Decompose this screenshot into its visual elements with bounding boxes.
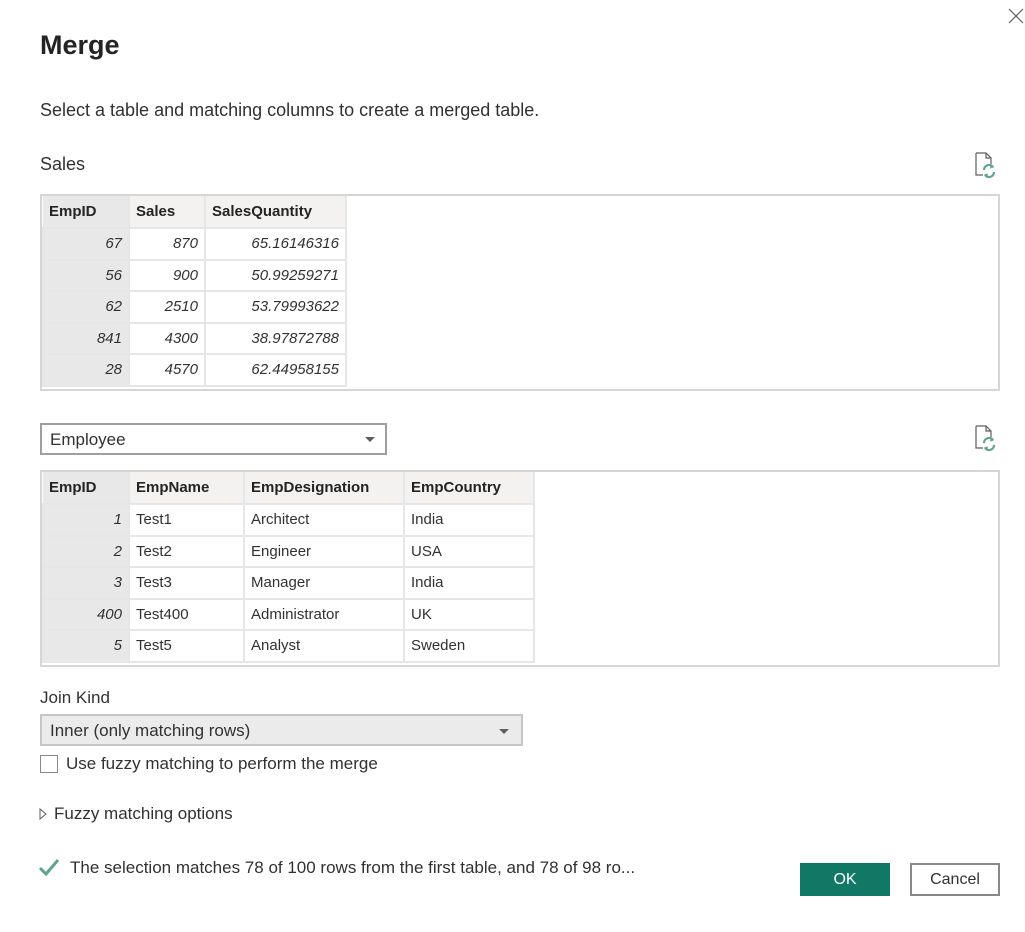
- cell: Analyst: [243, 630, 405, 663]
- chevron-down-icon: [365, 437, 375, 442]
- cell: 1: [42, 504, 130, 537]
- cell: 28: [42, 354, 130, 387]
- cell: 3: [42, 567, 130, 600]
- close-icon: [1008, 8, 1024, 24]
- cell: 62: [42, 291, 130, 324]
- cell: 870: [128, 228, 206, 261]
- column-header-salesquantity[interactable]: SalesQuantity: [205, 196, 347, 229]
- first-table-preview: EmpID Sales SalesQuantity 67 870 65.1614…: [40, 194, 1000, 391]
- cell: Test2: [128, 535, 245, 568]
- cell: 4570: [128, 354, 206, 387]
- table-row: 28 4570 62.44958155: [42, 354, 347, 387]
- cell: 62.44958155: [204, 354, 347, 387]
- join-kind-dropdown[interactable]: Inner (only matching rows): [40, 714, 523, 746]
- column-header-empdesignation[interactable]: EmpDesignation: [244, 472, 405, 505]
- table-row: 1 Test1 Architect India: [42, 504, 535, 537]
- cell: Architect: [243, 504, 405, 537]
- cell: 900: [128, 259, 206, 292]
- cell: 53.79993622: [204, 291, 347, 324]
- checkmark-icon: [38, 859, 60, 877]
- cell: 400: [42, 598, 130, 631]
- cell: Administrator: [243, 598, 405, 631]
- first-table-name: Sales: [40, 154, 86, 174]
- table-row: 841 4300 38.97872788: [42, 322, 347, 355]
- employee-table: EmpID EmpName EmpDesignation EmpCountry …: [42, 472, 535, 663]
- column-header-empid[interactable]: EmpID: [43, 472, 130, 505]
- refresh-preview-button-first[interactable]: [973, 151, 999, 179]
- cell: Engineer: [243, 535, 405, 568]
- cancel-button[interactable]: Cancel: [910, 863, 1000, 896]
- ok-button[interactable]: OK: [800, 863, 890, 896]
- cell: 2510: [128, 291, 206, 324]
- cell: India: [403, 504, 535, 537]
- cell: 50.99259271: [204, 259, 347, 292]
- table-row: 3 Test3 Manager India: [42, 567, 535, 600]
- cell: USA: [403, 535, 535, 568]
- cell: Test5: [128, 630, 245, 663]
- dialog-title: Merge: [40, 30, 120, 60]
- join-kind-selected: Inner (only matching rows): [50, 721, 251, 740]
- fuzzy-matching-label: Use fuzzy matching to perform the merge: [66, 754, 378, 773]
- fuzzy-matching-checkbox[interactable]: [40, 755, 58, 773]
- close-button[interactable]: [1008, 8, 1025, 28]
- table-row: 62 2510 53.79993622: [42, 291, 347, 324]
- cell: 38.97872788: [204, 322, 347, 355]
- cell: Manager: [243, 567, 405, 600]
- join-kind-label: Join Kind: [40, 688, 110, 707]
- column-header-empcountry[interactable]: EmpCountry: [404, 472, 535, 505]
- match-status-message: The selection matches 78 of 100 rows fro…: [70, 858, 636, 877]
- match-status: The selection matches 78 of 100 rows fro…: [38, 858, 635, 878]
- table-row: 5 Test5 Analyst Sweden: [42, 630, 535, 663]
- column-header-sales[interactable]: Sales: [129, 196, 206, 229]
- chevron-right-icon: [39, 808, 47, 820]
- cell: 67: [42, 228, 130, 261]
- table-row: 2 Test2 Engineer USA: [42, 535, 535, 568]
- dialog-subtitle: Select a table and matching columns to c…: [40, 100, 540, 120]
- column-header-empname[interactable]: EmpName: [129, 472, 245, 505]
- chevron-down-icon: [499, 729, 509, 734]
- refresh-preview-icon: [975, 152, 996, 179]
- cell: Sweden: [403, 630, 535, 663]
- cell: 5: [42, 630, 130, 663]
- table-row: 56 900 50.99259271: [42, 259, 347, 292]
- second-table-preview: EmpID EmpName EmpDesignation EmpCountry …: [40, 470, 1000, 667]
- cell: 65.16146316: [204, 228, 347, 261]
- cell: 56: [42, 259, 130, 292]
- fuzzy-matching-options-label: Fuzzy matching options: [54, 804, 233, 823]
- cell: Test400: [128, 598, 245, 631]
- cell: India: [403, 567, 535, 600]
- table-row: 67 870 65.16146316: [42, 228, 347, 261]
- cell: 2: [42, 535, 130, 568]
- fuzzy-matching-options-expander[interactable]: Fuzzy matching options: [38, 804, 233, 824]
- cell: UK: [403, 598, 535, 631]
- refresh-preview-button-second[interactable]: [973, 424, 999, 452]
- second-table-dropdown[interactable]: Employee: [40, 423, 387, 455]
- column-header-empid[interactable]: EmpID: [43, 196, 130, 229]
- fuzzy-matching-checkbox-row[interactable]: Use fuzzy matching to perform the merge: [40, 754, 378, 774]
- sales-table: EmpID Sales SalesQuantity 67 870 65.1614…: [42, 196, 347, 387]
- second-table-selected: Employee: [50, 430, 126, 449]
- refresh-preview-icon: [975, 425, 996, 452]
- table-row: 400 Test400 Administrator UK: [42, 598, 535, 631]
- cell: Test3: [128, 567, 245, 600]
- cell: 4300: [128, 322, 206, 355]
- cell: 841: [42, 322, 130, 355]
- cell: Test1: [128, 504, 245, 537]
